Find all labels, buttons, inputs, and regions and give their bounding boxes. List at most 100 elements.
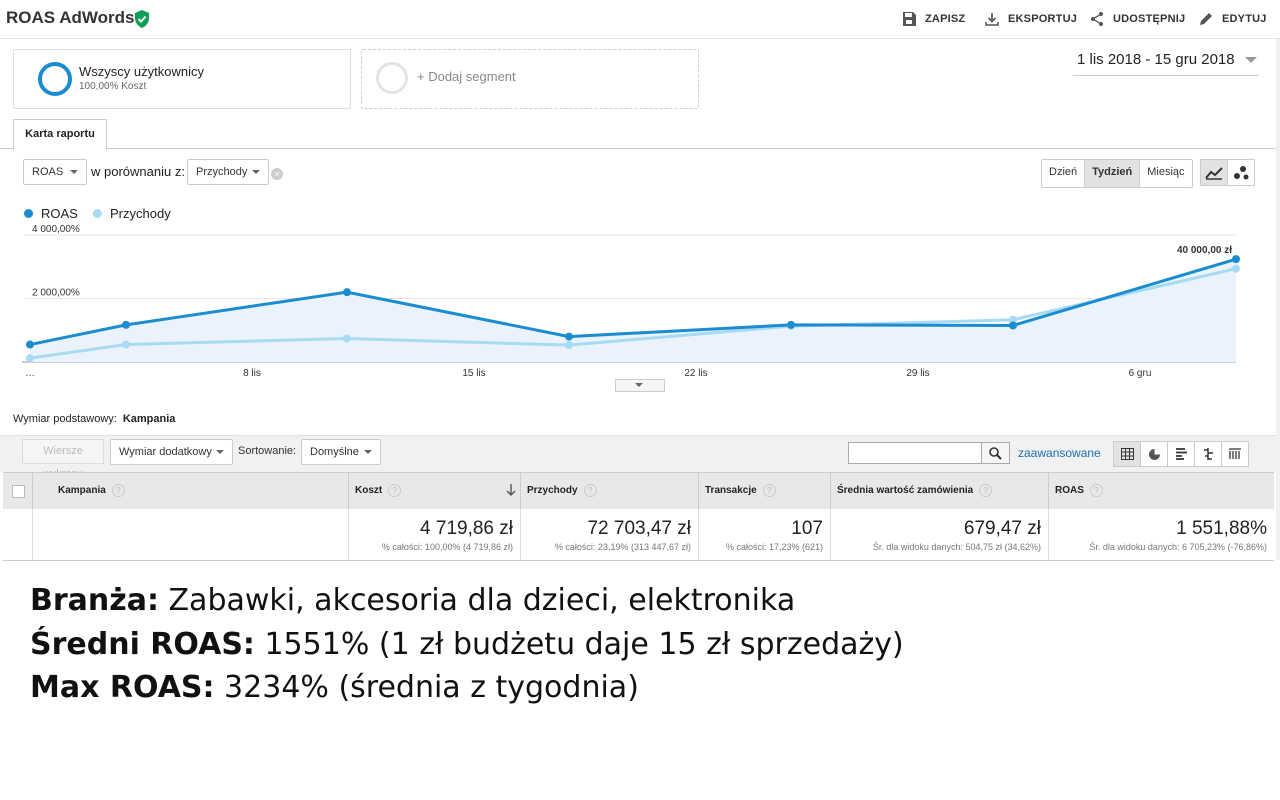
col-avg-order[interactable]: Średnia wartość zamówienia? (830, 473, 1048, 509)
col-avg-order-label: Średnia wartość zamówienia (837, 485, 974, 496)
line-chart-toggle[interactable] (1200, 159, 1228, 186)
col-transactions-label: Transakcje (705, 485, 757, 496)
primary-metric-value: ROAS (32, 166, 64, 178)
col-transactions[interactable]: Transakcje? (698, 473, 830, 509)
secondary-metric-select[interactable]: Przychody (187, 159, 269, 185)
total-cost-sub: % całości: 100,00% (4 719,86 zł) (381, 542, 513, 552)
primary-dimension-value[interactable]: Kampania (123, 413, 176, 425)
help-icon: ? (388, 483, 402, 497)
table-view-button[interactable] (1114, 442, 1141, 466)
motion-chart-toggle[interactable] (1227, 159, 1255, 186)
chevron-down-icon (364, 450, 372, 454)
total-roas-value: 1 551,88% (1176, 518, 1267, 539)
col-campaign-label: Kampania (58, 485, 106, 496)
total-transactions-value: 107 (791, 518, 823, 539)
share-label: UDOSTĘPNIJ (1113, 13, 1186, 25)
col-roas[interactable]: ROAS? (1048, 473, 1274, 509)
help-icon: ? (111, 483, 125, 497)
total-roas-sub: Śr. dla widoku danych: 6 705,23% (-76,86… (1089, 542, 1267, 552)
caption-industry-text: Zabawki, akcesoria dla dzieci, elektroni… (158, 583, 796, 618)
remove-comparison-icon[interactable]: × (271, 168, 283, 180)
data-point-roas (343, 288, 351, 297)
totals-campaign-cell (32, 509, 348, 560)
col-revenue[interactable]: Przychody? (520, 473, 698, 509)
search-button[interactable] (982, 442, 1010, 464)
totals-cost-cell: 4 719,86 zł % całości: 100,00% (4 719,86… (348, 509, 520, 560)
granularity-day[interactable]: Dzień (1042, 160, 1086, 187)
verified-shield-icon (135, 10, 149, 28)
primary-metric-select[interactable]: ROAS (23, 159, 87, 185)
pie-view-button[interactable] (1141, 442, 1168, 466)
save-label: ZAPISZ (925, 13, 966, 25)
table-totals-row: 4 719,86 zł % całości: 100,00% (4 719,86… (3, 509, 1274, 561)
edit-button[interactable]: EDYTUJ (1198, 11, 1267, 27)
x-tick-label: 15 lis (462, 368, 485, 379)
caption-industry-label: Branża: (30, 583, 159, 618)
report-title: ROAS AdWords (6, 8, 135, 27)
chevron-down-icon (216, 450, 224, 454)
data-point-roas (565, 332, 573, 341)
total-transactions-sub: % całości: 17,23% (621) (725, 542, 823, 552)
legend-roas[interactable]: ROAS (24, 206, 78, 221)
help-icon: ? (979, 483, 993, 497)
total-cost-value: 4 719,86 zł (420, 518, 513, 539)
granularity-toggle: Dzień Tydzień Miesiąc (1041, 159, 1193, 188)
save-button[interactable]: ZAPISZ (901, 11, 965, 27)
data-point-roas (1009, 321, 1017, 330)
x-tick-label: 22 lis (684, 368, 707, 379)
totals-roas-cell: 1 551,88% Śr. dla widoku danych: 6 705,2… (1048, 509, 1274, 560)
col-campaign[interactable]: Kampania? (32, 473, 348, 509)
line-chart: 4 000,00%2 000,00%40 000,00 zł20 000,00 … (22, 225, 1240, 379)
date-range-picker[interactable]: 1 lis 2018 - 15 gru 2018 (1073, 51, 1259, 76)
top-bar (0, 0, 1280, 39)
help-icon: ? (583, 483, 597, 497)
legend-label-revenue: Przychody (110, 206, 171, 221)
collapse-chart-button[interactable] (615, 379, 665, 392)
granularity-week[interactable]: Tydzień (1085, 160, 1141, 187)
share-button[interactable]: UDOSTĘPNIJ (1089, 11, 1185, 27)
totals-avg-order-cell: 679,47 zł Śr. dla widoku danych: 504,75 … (830, 509, 1048, 560)
tab-report[interactable]: Karta raportu (13, 119, 107, 150)
bar-view-button[interactable] (1168, 442, 1195, 466)
segment-all-users[interactable]: Wszyscy użytkownicy 100,00% Koszt (13, 49, 351, 109)
line-chart-icon (1205, 166, 1223, 180)
plot-rows-button[interactable]: Wiersze wykresu (22, 439, 104, 480)
col-revenue-label: Przychody (527, 485, 578, 496)
export-button[interactable]: EKSPORTUJ (984, 11, 1077, 27)
data-point-revenue (1232, 264, 1240, 273)
segment-ring-icon (38, 62, 72, 96)
sort-value: Domyślne (310, 446, 359, 458)
y-tick-left: 2 000,00% (32, 288, 80, 299)
col-roas-label: ROAS (1055, 485, 1084, 496)
x-tick-label: … (25, 368, 35, 379)
caption-max-roas-text: 3234% (średnia z tygodnia) (214, 670, 639, 705)
pie-icon (1148, 448, 1160, 460)
total-avg-order-sub: Śr. dla widoku danych: 504,75 zł (34,62%… (872, 542, 1041, 552)
chevron-down-icon (252, 170, 260, 174)
bubble-chart-icon (1234, 165, 1249, 179)
legend-dot-roas (24, 209, 33, 218)
data-point-roas (787, 320, 795, 329)
data-point-revenue (26, 354, 34, 363)
x-tick-label: 8 lis (243, 368, 261, 379)
select-all-checkbox[interactable] (12, 485, 25, 498)
comparison-view-button[interactable] (1195, 442, 1222, 466)
x-tick-label: 6 gru (1129, 368, 1152, 379)
table-header: Kampania? Koszt? Przychody? Transakcje? … (3, 472, 1274, 510)
add-segment-label: + Dodaj segment (417, 69, 516, 84)
grid-icon (1120, 448, 1134, 460)
sort-select[interactable]: Domyślne (301, 439, 381, 465)
pivot-view-button[interactable] (1222, 442, 1248, 466)
advanced-filter-link[interactable]: zaawansowane (1018, 446, 1101, 460)
granularity-month[interactable]: Miesiąc (1140, 160, 1192, 187)
secondary-dimension-select[interactable]: Wymiar dodatkowy (110, 439, 233, 465)
legend-revenue[interactable]: Przychody (93, 206, 171, 221)
data-point-revenue (565, 341, 573, 350)
caption-avg-roas-text: 1551% (1 zł budżetu daje 15 zł sprzedaży… (254, 627, 904, 662)
totals-transactions-cell: 107 % całości: 17,23% (621) (698, 509, 830, 560)
chevron-down-icon (70, 170, 78, 174)
table-search-input[interactable] (848, 442, 982, 464)
export-label: EKSPORTUJ (1008, 13, 1078, 25)
col-cost[interactable]: Koszt? (348, 473, 520, 509)
add-segment-button[interactable]: + Dodaj segment (361, 49, 699, 109)
